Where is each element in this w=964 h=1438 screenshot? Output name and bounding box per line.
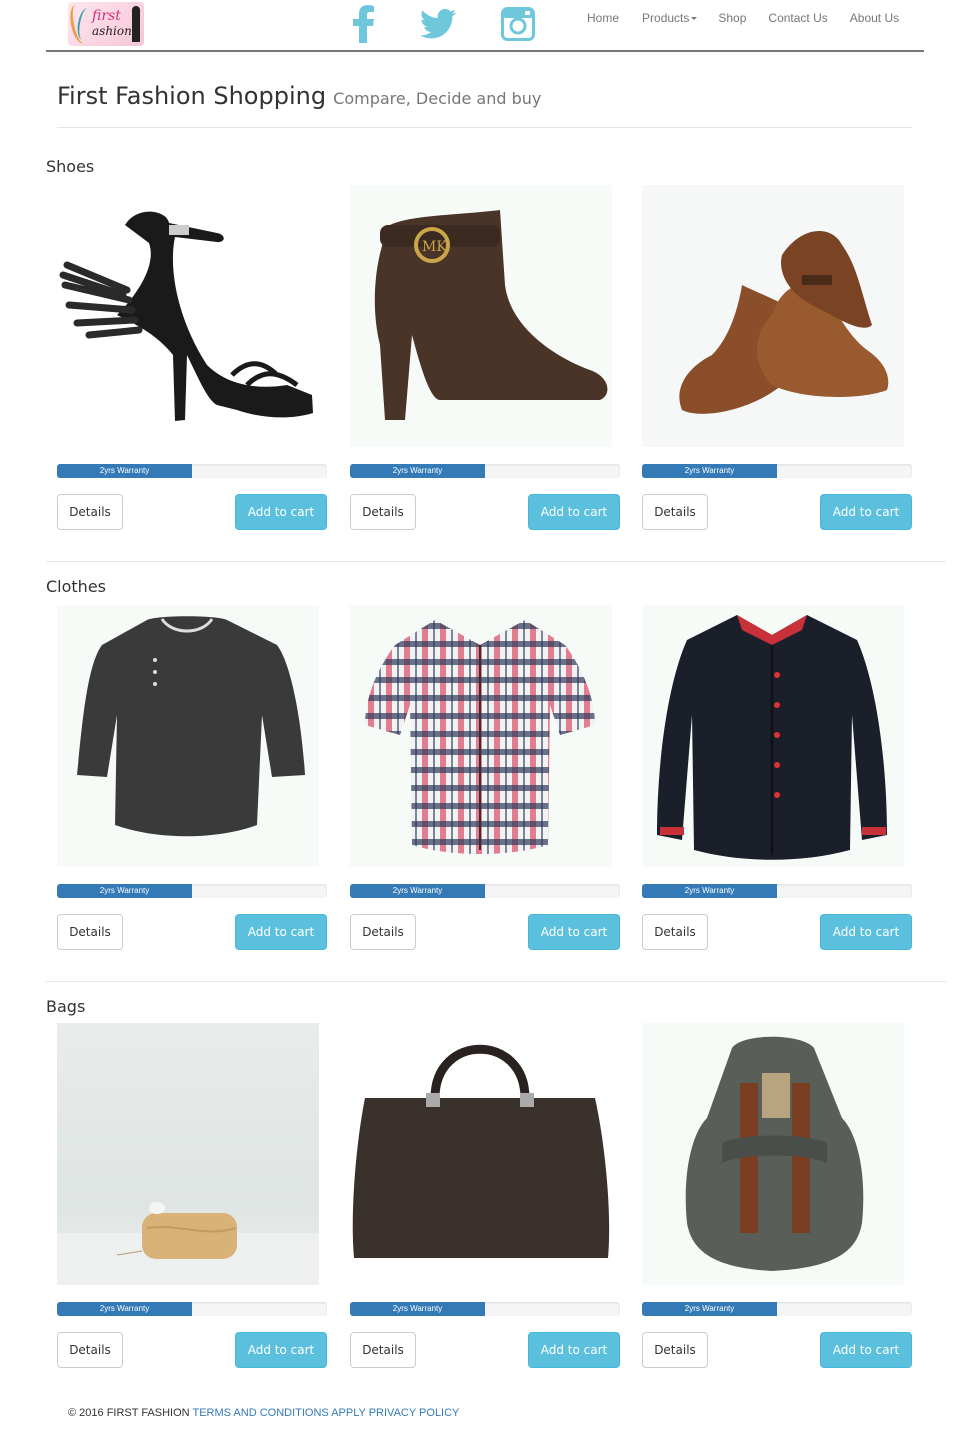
page-subtitle: Compare, Decide and buy [333,89,542,108]
product-image[interactable] [642,605,904,867]
main-nav: Home Products Shop Contact Us About Us [587,11,899,25]
section-divider [46,561,946,562]
warranty-progress: 2yrs Warranty [350,464,620,478]
logo-figure [132,6,140,42]
warranty-bar: 2yrs Warranty [57,1302,192,1316]
section-title-bags: Bags [46,997,86,1016]
product-image[interactable] [350,605,612,867]
product-card: 2yrs Warranty Details Add to cart [57,605,327,951]
product-card: 2yrs Warranty Details Add to cart [57,1023,327,1369]
nav-home[interactable]: Home [587,11,619,25]
warranty-progress: 2yrs Warranty [350,1302,620,1316]
product-card: 2yrs Warranty Details Add to cart [57,185,327,531]
footer-privacy-link[interactable]: PRIVACY POLICY [369,1407,460,1419]
product-image[interactable] [642,185,904,447]
warranty-progress: 2yrs Warranty [57,464,327,478]
warranty-progress: 2yrs Warranty [350,884,620,898]
instagram-icon[interactable] [500,4,536,44]
nav-shop[interactable]: Shop [718,11,746,25]
add-to-cart-button[interactable]: Add to cart [528,494,620,530]
section-title-shoes: Shoes [46,157,95,176]
product-image[interactable] [57,605,319,867]
nav-about[interactable]: About Us [850,11,899,25]
details-button[interactable]: Details [642,1332,708,1368]
warranty-progress: 2yrs Warranty [642,1302,912,1316]
product-card: 2yrs Warranty Details Add to cart [642,1023,912,1369]
details-button[interactable]: Details [350,494,416,530]
warranty-bar: 2yrs Warranty [350,884,485,898]
footer-copyright: © 2016 FIRST FASHION [68,1407,190,1419]
footer-terms-link[interactable]: TERMS AND CONDITIONS APPLY [192,1407,365,1419]
facebook-icon[interactable] [346,4,382,44]
caret-down-icon [691,17,698,21]
section-title-clothes: Clothes [46,577,106,596]
add-to-cart-button[interactable]: Add to cart [528,914,620,950]
logo-text-fashion: ashion [92,24,132,38]
product-image[interactable] [57,1023,319,1285]
details-button[interactable]: Details [642,914,708,950]
warranty-bar: 2yrs Warranty [350,464,485,478]
logo-text-first: first [92,8,121,24]
warranty-progress: 2yrs Warranty [642,884,912,898]
add-to-cart-button[interactable]: Add to cart [235,494,327,530]
navbar: first ashion Home Products Shop Contact … [46,0,924,52]
details-button[interactable]: Details [350,1332,416,1368]
details-button[interactable]: Details [57,914,123,950]
page-header: First Fashion Shopping Compare, Decide a… [57,82,912,128]
product-image[interactable] [57,185,319,447]
details-button[interactable]: Details [57,1332,123,1368]
product-card: 2yrs Warranty Details Add to cart [642,605,912,951]
product-card: 2yrs Warranty Details Add to cart [642,185,912,531]
product-card: 2yrs Warranty Details Add to cart [350,1023,620,1369]
twitter-icon[interactable] [418,4,458,44]
product-card: 2yrs Warranty Details Add to cart [350,605,620,951]
warranty-bar: 2yrs Warranty [642,464,777,478]
details-button[interactable]: Details [57,494,123,530]
page-title: First Fashion Shopping [57,82,327,110]
warranty-bar: 2yrs Warranty [642,884,777,898]
add-to-cart-button[interactable]: Add to cart [235,914,327,950]
nav-products[interactable]: Products [642,11,698,25]
warranty-bar: 2yrs Warranty [350,1302,485,1316]
warranty-progress: 2yrs Warranty [57,1302,327,1316]
nav-products-label: Products [642,11,690,25]
add-to-cart-button[interactable]: Add to cart [820,494,912,530]
product-image[interactable] [350,1023,612,1285]
product-image[interactable] [642,1023,904,1285]
add-to-cart-button[interactable]: Add to cart [820,1332,912,1368]
details-button[interactable]: Details [642,494,708,530]
details-button[interactable]: Details [350,914,416,950]
warranty-bar: 2yrs Warranty [57,464,192,478]
nav-contact[interactable]: Contact Us [768,11,827,25]
product-image[interactable]: MK [350,185,612,447]
footer: © 2016 FIRST FASHION TERMS AND CONDITION… [68,1407,459,1419]
warranty-bar: 2yrs Warranty [642,1302,777,1316]
svg-text:MK: MK [422,239,447,255]
product-card: MK 2yrs Warranty Details Add to cart [350,185,620,531]
add-to-cart-button[interactable]: Add to cart [235,1332,327,1368]
warranty-progress: 2yrs Warranty [642,464,912,478]
add-to-cart-button[interactable]: Add to cart [528,1332,620,1368]
add-to-cart-button[interactable]: Add to cart [820,914,912,950]
warranty-bar: 2yrs Warranty [57,884,192,898]
brand-logo[interactable]: first ashion [68,2,144,46]
warranty-progress: 2yrs Warranty [57,884,327,898]
section-divider [46,981,946,982]
